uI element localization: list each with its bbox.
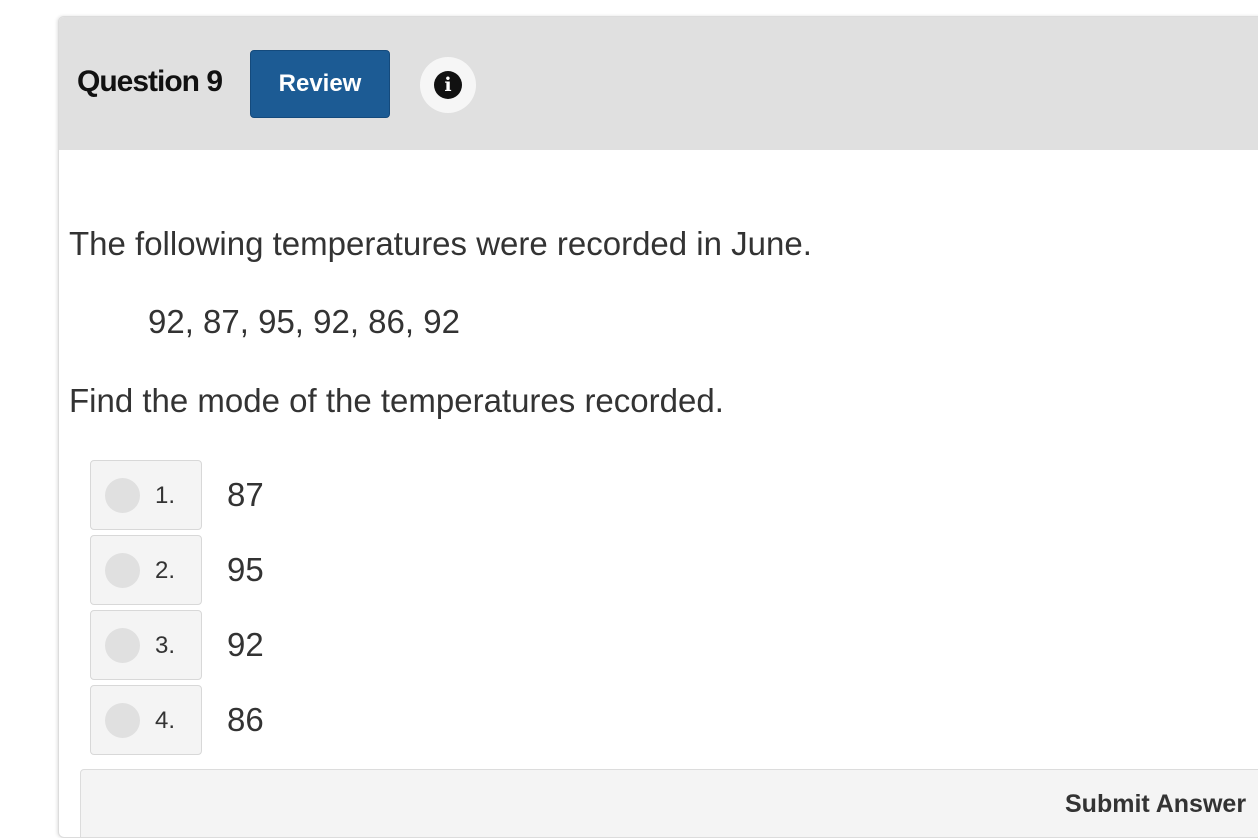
choice-2[interactable]: 2. bbox=[90, 535, 202, 605]
choice-number: 4. bbox=[155, 707, 176, 734]
question-header: Question 9 Review i bbox=[59, 17, 1258, 150]
submit-answer-button[interactable]: Submit Answer bbox=[1065, 790, 1246, 819]
choice-number: 3. bbox=[155, 632, 176, 659]
choice-3[interactable]: 3. bbox=[90, 610, 202, 680]
choice-number: 1. bbox=[155, 482, 176, 509]
question-panel: Question 9 Review i The following temper… bbox=[58, 16, 1258, 838]
info-circle-icon: i bbox=[434, 71, 462, 99]
temperature-data: 92, 87, 95, 92, 86, 92 bbox=[148, 303, 460, 340]
choice-4[interactable]: 4. bbox=[90, 685, 202, 755]
choice-text: 86 bbox=[227, 701, 264, 738]
radio-button[interactable] bbox=[105, 478, 140, 513]
info-button[interactable]: i bbox=[420, 57, 476, 113]
radio-button[interactable] bbox=[105, 703, 140, 738]
choice-number: 2. bbox=[155, 557, 176, 584]
choice-text: 95 bbox=[227, 551, 264, 588]
radio-button[interactable] bbox=[105, 628, 140, 663]
answer-footer: Submit Answer bbox=[80, 769, 1258, 837]
review-button[interactable]: Review bbox=[250, 50, 390, 118]
choice-1[interactable]: 1. bbox=[90, 460, 202, 530]
question-title: Question 9 bbox=[77, 65, 223, 98]
choice-text: 87 bbox=[227, 476, 264, 513]
question-prompt: Find the mode of the temperatures record… bbox=[69, 382, 724, 419]
choice-text: 92 bbox=[227, 626, 264, 663]
question-intro: The following temperatures were recorded… bbox=[69, 225, 812, 262]
radio-button[interactable] bbox=[105, 553, 140, 588]
